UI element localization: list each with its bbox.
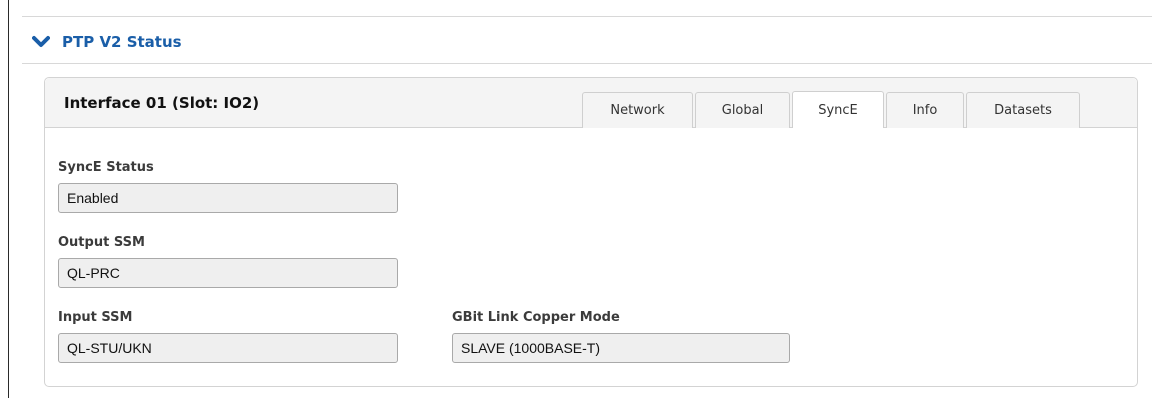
section-header-ptp-v2-status[interactable]: PTP V2 Status — [32, 30, 182, 54]
panel-header: Interface 01 (Slot: IO2) Network Global … — [45, 78, 1137, 128]
gbit-link-copper-mode-field: SLAVE (1000BASE-T) — [452, 333, 790, 363]
output-ssm-label: Output SSM — [58, 235, 145, 250]
tab-datasets[interactable]: Datasets — [966, 92, 1080, 128]
chevron-down-icon[interactable] — [32, 35, 50, 49]
section-divider — [22, 63, 1152, 64]
input-ssm-label: Input SSM — [58, 310, 133, 325]
tab-network[interactable]: Network — [582, 92, 693, 128]
output-ssm-field: QL-PRC — [58, 258, 398, 288]
tab-bar: Network Global SyncE Info Datasets — [582, 91, 1082, 128]
gbit-link-copper-mode-label: GBit Link Copper Mode — [452, 310, 620, 325]
window-left-border — [8, 0, 9, 398]
tab-info[interactable]: Info — [886, 92, 964, 128]
input-ssm-field: QL-STU/UKN — [58, 333, 398, 363]
interface-panel: Interface 01 (Slot: IO2) Network Global … — [44, 77, 1138, 387]
section-title[interactable]: PTP V2 Status — [62, 33, 182, 51]
synce-status-field: Enabled — [58, 183, 398, 213]
synce-status-label: SyncE Status — [58, 160, 154, 175]
panel-title: Interface 01 (Slot: IO2) — [64, 94, 260, 112]
tab-global[interactable]: Global — [695, 92, 790, 128]
tab-synce[interactable]: SyncE — [792, 91, 884, 128]
top-divider — [22, 16, 1152, 17]
